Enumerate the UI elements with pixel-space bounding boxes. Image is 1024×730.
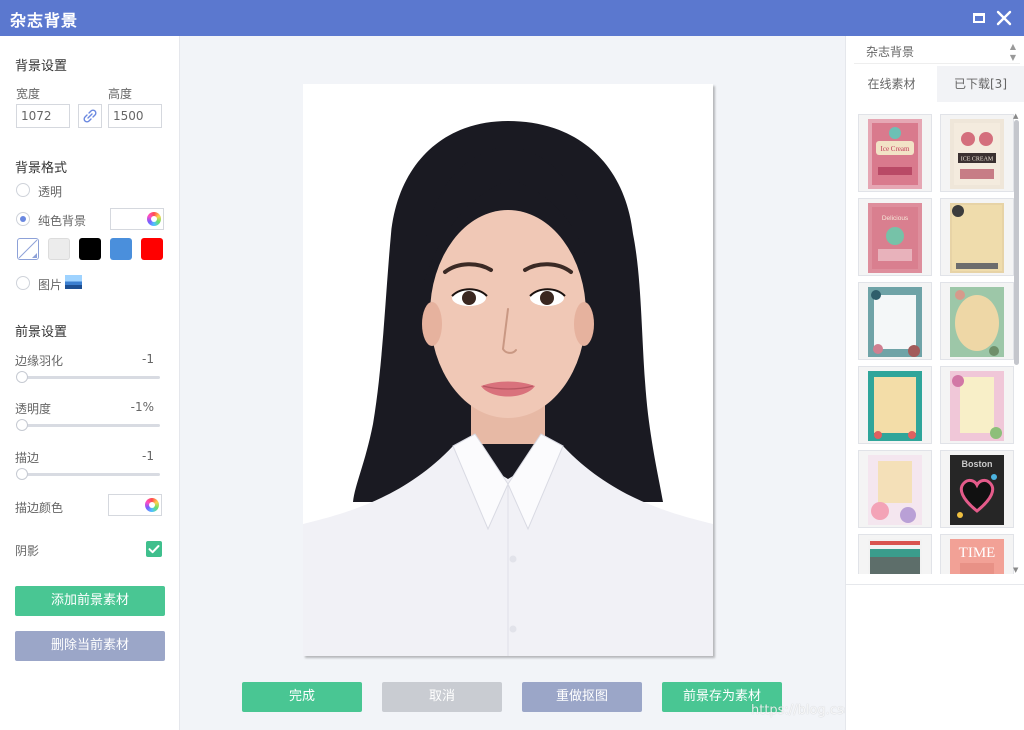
opacity-value: -1% [130, 400, 154, 414]
shadow-checkbox[interactable] [146, 541, 162, 557]
color-wheel-icon [147, 212, 161, 226]
cancel-button[interactable]: 取消 [382, 682, 502, 712]
thumbnail-teal-stripes[interactable] [858, 534, 932, 574]
title-bar: 杂志背景 [0, 0, 1024, 36]
thumbnail-teal-frame[interactable] [858, 366, 932, 444]
swatch-transparent[interactable] [17, 238, 39, 260]
stroke-slider-track[interactable] [20, 473, 160, 476]
thumb-text: Delicious [882, 215, 909, 222]
category-select-value: 杂志背景 [866, 45, 915, 59]
radio-transparent[interactable] [16, 183, 30, 197]
category-select[interactable]: 杂志背景 ▲ ▼ [854, 40, 1020, 64]
bg-color-picker[interactable] [110, 208, 164, 230]
radio-solid-color[interactable] [16, 212, 30, 226]
radio-transparent-label: 透明 [38, 185, 63, 199]
height-label: 高度 [108, 87, 133, 101]
panel-divider [846, 584, 1024, 585]
fg-settings-title: 前景设置 [15, 325, 68, 340]
thumbnail-time-magazine[interactable]: TIME [940, 534, 1014, 574]
aspect-link-button[interactable] [78, 104, 102, 128]
swatch-red[interactable] [141, 238, 163, 260]
bg-format-title: 背景格式 [15, 161, 68, 176]
checkmark-icon [146, 545, 162, 560]
add-foreground-button[interactable]: 添加前景素材 [15, 586, 165, 616]
feather-label: 边缘羽化 [15, 354, 64, 368]
thumbnail-parchment-floral[interactable] [940, 198, 1014, 276]
thumbnail-pink-floral-note[interactable] [940, 366, 1014, 444]
scrollbar-thumb[interactable] [1014, 120, 1019, 365]
shadow-label: 阴影 [15, 544, 40, 558]
link-icon [79, 109, 101, 130]
stroke-color-picker[interactable] [108, 494, 162, 516]
feather-value: -1 [142, 352, 154, 366]
landscape-image-icon [65, 275, 82, 289]
window-title: 杂志背景 [10, 11, 79, 30]
redo-cutout-button[interactable]: 重做抠图 [522, 682, 642, 712]
right-material-panel: 杂志背景 ▲ ▼ 在线素材 已下载[3] Ice Cream ICE CREAM … [845, 36, 1024, 730]
color-wheel-icon [145, 498, 159, 512]
tab-downloaded[interactable]: 已下载[3] [937, 66, 1024, 102]
thumb-text: Boston [962, 459, 993, 469]
height-input[interactable]: 1500 [108, 104, 162, 128]
sort-arrows-icon: ▲ ▼ [1009, 42, 1016, 62]
stroke-label: 描边 [15, 451, 40, 465]
swatch-light-gray[interactable] [48, 238, 70, 260]
delete-foreground-button[interactable]: 删除当前素材 [15, 631, 165, 661]
thumb-text: Ice Cream [881, 145, 911, 153]
maximize-icon[interactable] [969, 8, 989, 28]
photo-canvas[interactable] [303, 84, 713, 656]
feather-slider-track[interactable] [20, 376, 160, 379]
material-thumbnail-grid: Ice Cream ICE CREAM Delicious Boston TIM… [858, 114, 1018, 574]
scroll-up-icon[interactable]: ▲ [1013, 112, 1018, 120]
close-icon[interactable] [994, 8, 1014, 28]
thumbnail-boston-heart[interactable]: Boston [940, 450, 1014, 528]
thumbnail-floral-white-frame[interactable] [858, 282, 932, 360]
stroke-color-label: 描边颜色 [15, 501, 64, 515]
thumb-text: TIME [959, 545, 996, 561]
opacity-slider-handle[interactable] [16, 419, 28, 431]
stroke-value: -1 [142, 449, 154, 463]
tab-online-materials[interactable]: 在线素材 [846, 66, 937, 102]
thumbnail-ice-cream-vintage[interactable]: ICE CREAM [940, 114, 1014, 192]
left-settings-panel: 背景设置 宽度 高度 1072 1500 背景格式 透明 纯色背景 图片 前景设… [0, 36, 180, 730]
material-tabs: 在线素材 已下载[3] [846, 66, 1024, 102]
opacity-label: 透明度 [15, 402, 52, 416]
radio-image[interactable] [16, 276, 30, 290]
swatch-black[interactable] [79, 238, 101, 260]
stroke-slider-handle[interactable] [16, 468, 28, 480]
bg-settings-title: 背景设置 [15, 59, 68, 74]
thumbnail-scrollbar[interactable]: ▲ ▼ [1013, 112, 1021, 575]
radio-solid-color-label: 纯色背景 [38, 214, 87, 228]
portrait-photo [303, 84, 713, 656]
thumbnail-oval-parchment[interactable] [940, 282, 1014, 360]
thumbnail-pastel-floral[interactable] [858, 450, 932, 528]
thumbnail-pink-delicious[interactable]: Delicious [858, 198, 932, 276]
thumb-text: ICE CREAM [961, 157, 994, 163]
swatch-blue[interactable] [110, 238, 132, 260]
scroll-down-icon[interactable]: ▼ [1013, 566, 1018, 574]
feather-slider-handle[interactable] [16, 371, 28, 383]
width-label: 宽度 [16, 87, 41, 101]
thumbnail-ice-cream-pink[interactable]: Ice Cream [858, 114, 932, 192]
width-input[interactable]: 1072 [16, 104, 70, 128]
opacity-slider-track[interactable] [20, 424, 160, 427]
radio-image-label: 图片 [38, 278, 63, 292]
done-button[interactable]: 完成 [242, 682, 362, 712]
